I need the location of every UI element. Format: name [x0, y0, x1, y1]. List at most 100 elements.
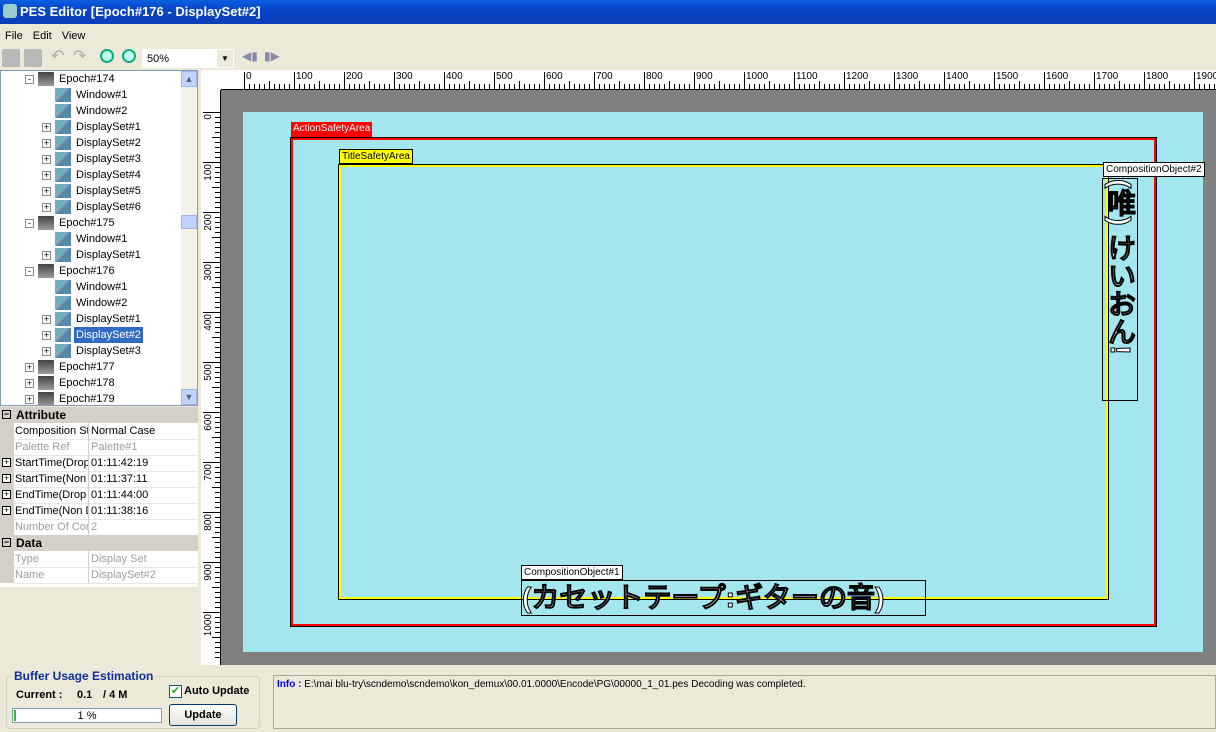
tree-item[interactable]: + DisplaySet#2 [1, 135, 181, 151]
tree-item[interactable]: - Epoch#175 [1, 215, 181, 231]
collapse-icon[interactable]: - [25, 267, 34, 276]
epoch-icon [38, 216, 54, 230]
ruler-tick [449, 84, 450, 89]
expand-icon[interactable]: + [42, 139, 51, 148]
property-value[interactable]: 01:11:42:19 [89, 455, 198, 472]
property-value[interactable]: Palette#1 [89, 439, 198, 456]
ruler-tick [849, 84, 850, 89]
ruler-tick [769, 81, 770, 89]
zoom-in-icon[interactable] [100, 49, 114, 63]
ruler-tick [834, 84, 835, 89]
expand-icon[interactable]: + [42, 123, 51, 132]
tree-item-label: DisplaySet#4 [76, 169, 141, 181]
tree-item[interactable]: + DisplaySet#2 [1, 327, 181, 343]
ruler-tick [649, 84, 650, 89]
ruler-tick [624, 84, 625, 89]
collapse-icon[interactable]: − [2, 538, 11, 547]
property-row[interactable]: + EndTime(Drop I 01:11:44:00 [0, 487, 198, 504]
auto-update-label[interactable]: Auto Update [184, 685, 249, 697]
expand-icon[interactable]: + [42, 171, 51, 180]
property-row[interactable]: Palette Ref Palette#1 [0, 439, 198, 456]
property-row[interactable]: Number Of Cor 2 [0, 519, 198, 536]
property-value[interactable]: 2 [89, 519, 198, 536]
gutter [0, 551, 14, 567]
menu-edit[interactable]: Edit [28, 28, 57, 44]
tree-item[interactable]: + DisplaySet#4 [1, 167, 181, 183]
tree-scrollbar[interactable]: ▲ ▼ [181, 71, 197, 405]
undo-icon[interactable]: ↶ [51, 49, 69, 67]
expand-icon[interactable]: + [42, 251, 51, 260]
expand-icon[interactable]: + [25, 379, 34, 388]
expand-icon[interactable]: + [25, 395, 34, 404]
menu-view[interactable]: View [57, 28, 91, 44]
tree-item[interactable]: + DisplaySet#3 [1, 343, 181, 359]
tree-item[interactable]: + DisplaySet#1 [1, 311, 181, 327]
property-row[interactable]: Composition St Normal Case [0, 423, 198, 440]
expand-icon[interactable]: + [42, 347, 51, 356]
property-row[interactable]: + StartTime(Drop 01:11:42:19 [0, 455, 198, 472]
property-value[interactable]: Display Set [89, 551, 198, 568]
expand-icon[interactable]: + [25, 363, 34, 372]
tree-item[interactable]: + DisplaySet#1 [1, 247, 181, 263]
property-category[interactable]: − Data [0, 535, 198, 551]
property-category[interactable]: − Attribute [0, 407, 198, 423]
tree-item[interactable]: Window#1 [1, 279, 181, 295]
tree-item[interactable]: + Epoch#179 [1, 391, 181, 405]
menu-file[interactable]: File [0, 28, 28, 44]
tree-item[interactable]: - Epoch#174 [1, 71, 181, 87]
tree-item[interactable]: + DisplaySet#3 [1, 151, 181, 167]
paste-icon[interactable] [24, 49, 42, 67]
composition-object-2[interactable]: (唯) けいおん! [1102, 178, 1138, 401]
expand-icon[interactable]: + [42, 315, 51, 324]
expand-icon[interactable]: + [42, 187, 51, 196]
property-value[interactable]: 01:11:44:00 [89, 487, 198, 504]
redo-icon[interactable]: ↷ [73, 49, 91, 67]
zoom-out-icon[interactable] [122, 49, 136, 63]
tree-item[interactable]: Window#2 [1, 295, 181, 311]
property-row[interactable]: + StartTime(Non 01:11:37:11 [0, 471, 198, 488]
copy-icon[interactable] [2, 49, 20, 67]
property-row[interactable]: + EndTime(Non D 01:11:38:16 [0, 503, 198, 520]
auto-update-checkbox[interactable]: ✔ [169, 685, 182, 698]
tree-item[interactable]: + Epoch#177 [1, 359, 181, 375]
chevron-down-icon[interactable]: ▼ [217, 50, 233, 67]
tree-item[interactable]: Window#2 [1, 103, 181, 119]
property-value[interactable]: Normal Case [89, 423, 198, 440]
property-value[interactable]: 01:11:38:16 [89, 503, 198, 520]
tree-item[interactable]: + DisplaySet#1 [1, 119, 181, 135]
collapse-icon[interactable]: − [2, 410, 11, 419]
scroll-up-button[interactable]: ▲ [181, 71, 197, 87]
tree-item[interactable]: + DisplaySet#6 [1, 199, 181, 215]
next-icon[interactable]: ▮▶ [264, 49, 282, 67]
composition-object-1[interactable]: (カセットテープ:ギターの音) [521, 580, 926, 616]
expand-icon[interactable]: + [2, 474, 11, 483]
tree-item[interactable]: Window#1 [1, 231, 181, 247]
prev-icon[interactable]: ◀▮ [242, 49, 260, 67]
property-value[interactable]: DisplaySet#2 [89, 567, 198, 584]
tree-item[interactable]: Window#1 [1, 87, 181, 103]
toolbar: ↶ ↷ 50% ▼ ◀▮ ▮▶ [0, 46, 300, 70]
ruler-tick [215, 377, 220, 378]
update-button[interactable]: Update [169, 704, 237, 726]
property-row[interactable]: Name DisplaySet#2 [0, 567, 198, 584]
expand-icon[interactable]: + [42, 203, 51, 212]
scroll-down-button[interactable]: ▼ [181, 389, 197, 405]
tree-item[interactable]: + Epoch#178 [1, 375, 181, 391]
expand-icon[interactable]: + [2, 490, 11, 499]
ruler-tick [215, 422, 220, 423]
ruler-tick [215, 432, 220, 433]
expand-icon[interactable]: + [42, 155, 51, 164]
property-value[interactable]: 01:11:37:11 [89, 471, 198, 488]
scroll-thumb[interactable] [181, 215, 197, 229]
zoom-select[interactable]: 50% ▼ [142, 49, 234, 68]
expand-icon[interactable]: + [2, 506, 11, 515]
ruler-tick [564, 84, 565, 89]
collapse-icon[interactable]: - [25, 219, 34, 228]
tree-item[interactable]: + DisplaySet#5 [1, 183, 181, 199]
collapse-icon[interactable]: - [25, 75, 34, 84]
expand-icon[interactable]: + [42, 331, 51, 340]
property-row[interactable]: Type Display Set [0, 551, 198, 568]
expand-icon[interactable]: + [2, 458, 11, 467]
ruler-tick [215, 197, 220, 198]
tree-item[interactable]: - Epoch#176 [1, 263, 181, 279]
